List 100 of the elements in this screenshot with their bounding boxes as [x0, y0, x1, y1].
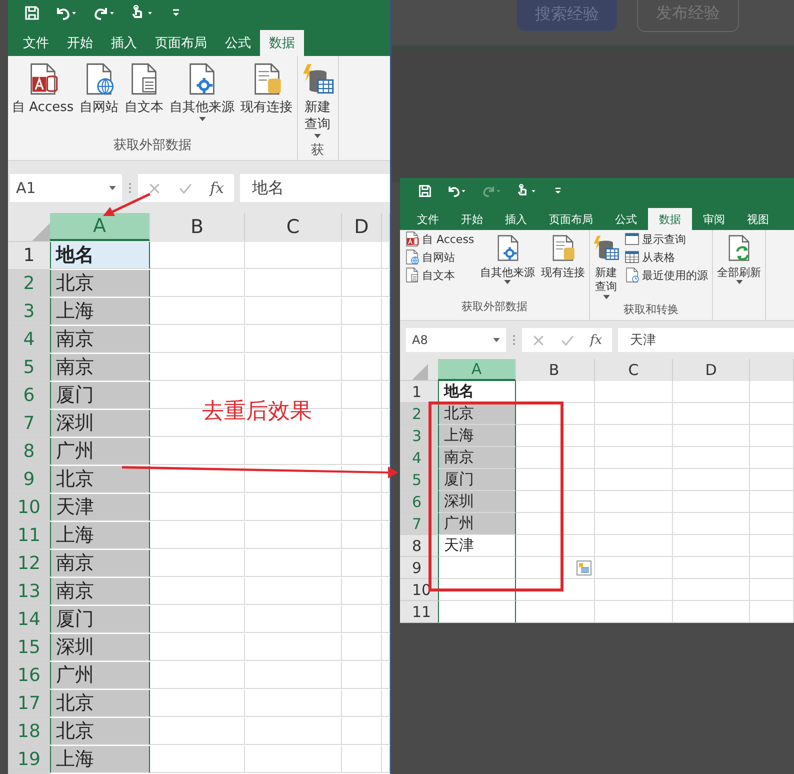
row-header[interactable]: 2	[8, 270, 50, 298]
check-icon[interactable]	[561, 334, 574, 346]
formula-field[interactable]: 地名	[240, 174, 390, 202]
column-header[interactable]: A	[438, 359, 516, 381]
row-header[interactable]: 7	[400, 513, 438, 535]
ribbon-tab[interactable]: 页面布局	[538, 208, 604, 230]
name-box[interactable]: A8	[406, 328, 506, 352]
row-header[interactable]: 4	[8, 326, 50, 354]
table-cell	[750, 557, 794, 579]
ribbon-tab[interactable]: 开始	[58, 30, 102, 56]
row-header[interactable]: 13	[8, 578, 50, 606]
row-header[interactable]: 5	[8, 354, 50, 382]
ribbon-tab[interactable]: 公式	[604, 208, 648, 230]
column-header[interactable]: D	[673, 359, 750, 381]
undo-icon[interactable]	[54, 5, 78, 21]
insert-function-button[interactable]: fx	[210, 179, 224, 197]
column-header[interactable]: C	[595, 359, 673, 381]
row-header[interactable]: 10	[8, 494, 50, 522]
ribbon-tab[interactable]: 开始	[450, 208, 494, 230]
ribbon-tab[interactable]: 数据	[260, 30, 304, 56]
table-cell: 北京	[438, 403, 516, 425]
ribbon-button[interactable]: 自 Access	[10, 56, 76, 117]
annotation-label: 去重后效果	[202, 398, 312, 426]
table-cell: 上海	[50, 298, 150, 325]
table-cell	[342, 606, 382, 633]
ribbon-button[interactable]: 从表格	[622, 248, 710, 266]
ribbon-button[interactable]: 自网站	[78, 56, 121, 117]
grip-icon	[128, 181, 132, 195]
column-header[interactable]: B	[516, 359, 595, 381]
row-header[interactable]: 6	[400, 491, 438, 513]
arrow	[103, 192, 151, 216]
table-cell	[750, 403, 794, 425]
row-header[interactable]: 4	[400, 447, 438, 469]
row-header[interactable]: 9	[8, 466, 50, 494]
column-header[interactable]: A	[50, 213, 150, 241]
row-header[interactable]: 5	[400, 469, 438, 491]
table-cell	[342, 298, 382, 325]
row-header[interactable]: 11	[8, 522, 50, 550]
row-header[interactable]: 17	[8, 690, 50, 718]
ribbon-button[interactable]: 新建查询	[592, 230, 620, 300]
ribbon-button[interactable]: 现有连接	[539, 230, 588, 280]
row-header[interactable]: 8	[8, 438, 50, 466]
globe-document-icon	[404, 249, 420, 265]
table-cell: 上海	[50, 746, 150, 773]
table-cell: 南京	[50, 578, 150, 605]
ribbon-button[interactable]: 自网站	[402, 248, 476, 266]
ribbon-button[interactable]: 自 Access	[402, 230, 476, 248]
table-cell: 广州	[50, 662, 150, 689]
row-header[interactable]: 9	[400, 557, 438, 579]
row-header[interactable]: 15	[8, 634, 50, 662]
redo-icon[interactable]	[92, 5, 116, 21]
ribbon-tab[interactable]: 文件	[406, 208, 450, 230]
ribbon-button[interactable]: 自其他来源	[478, 230, 538, 286]
row-header[interactable]: 2	[400, 403, 438, 425]
check-icon[interactable]	[179, 182, 192, 194]
ribbon-button[interactable]: 全部刷新	[715, 230, 764, 286]
row-header[interactable]: 12	[8, 550, 50, 578]
row-header[interactable]: 3	[400, 425, 438, 447]
ribbon-tab[interactable]: 公式	[216, 30, 260, 56]
hand-icon[interactable]	[516, 184, 537, 198]
ribbon-tab[interactable]: 页面布局	[146, 30, 216, 56]
paste-options-icon[interactable]	[576, 560, 592, 576]
table-cell	[750, 469, 794, 491]
ribbon-tab[interactable]: 插入	[102, 30, 146, 56]
formula-field[interactable]: 天津	[618, 328, 794, 352]
ribbon-button[interactable]: 现有连接	[238, 56, 295, 117]
row-header[interactable]: 14	[8, 606, 50, 634]
undo-icon[interactable]	[446, 184, 467, 198]
ribbon-button[interactable]: 自其他来源	[168, 56, 237, 122]
row-header[interactable]: 3	[8, 298, 50, 326]
hand-icon[interactable]	[130, 5, 154, 21]
ribbon-tab[interactable]: 视图	[736, 208, 780, 230]
ribbon-tab[interactable]: 文件	[14, 30, 58, 56]
row-header[interactable]: 19	[8, 746, 50, 774]
row-header[interactable]: 16	[8, 662, 50, 690]
table-cell	[342, 410, 382, 437]
name-box[interactable]: A1	[10, 174, 122, 202]
row-header[interactable]: 1	[400, 381, 438, 403]
ribbon-button[interactable]: 新建查询	[300, 56, 336, 139]
table-cell	[342, 270, 382, 297]
row-header[interactable]: 6	[8, 382, 50, 410]
row-header[interactable]: 1	[8, 242, 50, 270]
ribbon-tab[interactable]: 审阅	[692, 208, 736, 230]
ribbon-tab[interactable]: 插入	[494, 208, 538, 230]
save-icon[interactable]	[418, 184, 432, 198]
column-header[interactable]: D	[342, 213, 382, 241]
row-header[interactable]: 7	[8, 410, 50, 438]
row-header[interactable]: 18	[8, 718, 50, 746]
ribbon-tab[interactable]: 数据	[648, 208, 692, 230]
insert-function-button[interactable]: fx	[590, 332, 602, 348]
row-header[interactable]: 11	[400, 601, 438, 623]
column-header[interactable]: C	[245, 213, 342, 241]
ribbon-button[interactable]: 显示查询	[622, 230, 710, 248]
ribbon-button[interactable]: 自文本	[122, 56, 166, 117]
column-header[interactable]: B	[150, 213, 245, 241]
ribbon-button[interactable]: 最近使用的源	[622, 266, 710, 284]
table-cell: 厦门	[50, 382, 150, 409]
ribbon-button[interactable]: 自文本	[402, 266, 476, 284]
row-header[interactable]: 8	[400, 535, 438, 557]
save-icon[interactable]	[24, 5, 40, 21]
